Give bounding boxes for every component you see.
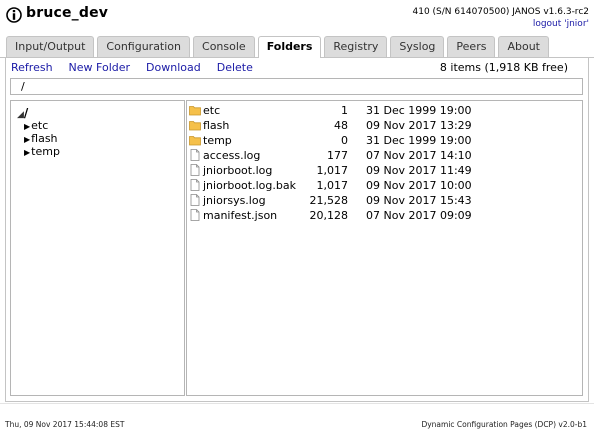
tree-item-etc[interactable]: ▶etc [24, 119, 48, 132]
new-folder-button[interactable]: New Folder [69, 61, 130, 74]
tab-peers[interactable]: Peers [447, 36, 496, 57]
file-date: 07 Nov 2017 14:10 [366, 149, 472, 162]
file-date: 09 Nov 2017 13:29 [366, 119, 472, 132]
tree-item-flash[interactable]: ▶flash [24, 132, 58, 145]
file-size: 21,528 [309, 194, 349, 207]
file-size: 1 [341, 104, 348, 117]
folder-icon [189, 121, 201, 131]
file-icon [190, 149, 200, 161]
file-date: 07 Nov 2017 09:09 [366, 209, 472, 222]
folder-tree: ◢/ ▶etc ▶flash ▶temp [10, 100, 185, 396]
collapsed-caret-icon[interactable]: ▶ [24, 135, 30, 144]
folder-icon [189, 106, 201, 116]
folder-toolbar: Refresh New Folder Download Delete [11, 61, 253, 74]
file-row[interactable]: jniorsys.log 21,528 09 Nov 2017 15:43 [187, 193, 582, 208]
logout-link[interactable]: logout 'jnior' [413, 18, 589, 30]
footer-version: Dynamic Configuration Pages (DCP) v2.0-b… [421, 420, 587, 429]
file-icon [190, 194, 200, 206]
file-row[interactable]: etc 1 31 Dec 1999 19:00 [187, 103, 582, 118]
tree-root-label: / [23, 106, 29, 120]
file-name: jniorsys.log [203, 194, 266, 207]
expanded-caret-icon[interactable]: ◢ [17, 110, 24, 120]
file-size: 0 [341, 134, 348, 147]
delete-button[interactable]: Delete [217, 61, 253, 74]
collapsed-caret-icon[interactable]: ▶ [24, 148, 30, 157]
file-date: 09 Nov 2017 15:43 [366, 194, 472, 207]
file-date: 09 Nov 2017 11:49 [366, 164, 472, 177]
download-button[interactable]: Download [146, 61, 201, 74]
file-size: 1,017 [316, 164, 349, 177]
footer-divider [0, 403, 594, 404]
tab-configuration[interactable]: Configuration [97, 36, 191, 57]
tree-item-label: temp [31, 145, 60, 158]
tree-item-temp[interactable]: ▶temp [24, 145, 60, 158]
items-info: 8 items (1,918 KB free) [439, 61, 568, 74]
file-date: 31 Dec 1999 19:00 [366, 104, 472, 117]
file-name: flash [203, 119, 230, 132]
file-icon [190, 164, 200, 176]
tab-about[interactable]: About [498, 36, 549, 57]
file-name: etc [203, 104, 221, 117]
device-name: bruce_dev [26, 5, 109, 21]
file-name: jniorboot.log [203, 164, 273, 177]
file-icon [190, 209, 200, 221]
file-name: jniorboot.log.bak [203, 179, 296, 192]
file-list: etc 1 31 Dec 1999 19:00 flash 48 09 Nov … [186, 100, 583, 396]
tab-registry[interactable]: Registry [324, 36, 388, 57]
collapsed-caret-icon[interactable]: ▶ [24, 122, 30, 131]
file-row[interactable]: jniorboot.log 1,017 09 Nov 2017 11:49 [187, 163, 582, 178]
tab-input-output[interactable]: Input/Output [6, 36, 95, 57]
file-name: manifest.json [203, 209, 278, 222]
footer: Thu, 09 Nov 2017 15:44:08 EST Dynamic Co… [0, 418, 594, 433]
file-name: access.log [203, 149, 261, 162]
device-info: 410 (S/N 614070500) JANOS v1.6.3-rc2 log… [413, 6, 590, 30]
tab-bar: Input/Output Configuration Console Folde… [6, 36, 549, 58]
file-row[interactable]: jniorboot.log.bak 1,017 09 Nov 2017 10:0… [187, 178, 582, 193]
file-row[interactable]: temp 0 31 Dec 1999 19:00 [187, 133, 582, 148]
file-name: temp [203, 134, 232, 147]
file-size: 177 [327, 149, 348, 162]
tab-folders[interactable]: Folders [257, 36, 322, 58]
file-size: 1,017 [316, 179, 349, 192]
path-field[interactable]: / [10, 78, 583, 95]
file-icon [190, 179, 200, 191]
tree-item-label: flash [31, 132, 58, 145]
device-info-text: 410 (S/N 614070500) JANOS v1.6.3-rc2 [412, 7, 590, 17]
file-date: 09 Nov 2017 10:00 [366, 179, 472, 192]
footer-timestamp: Thu, 09 Nov 2017 15:44:08 EST [5, 420, 125, 429]
tree-item-label: etc [31, 119, 49, 132]
file-size: 20,128 [309, 209, 349, 222]
tab-syslog[interactable]: Syslog [390, 36, 445, 57]
tree-root[interactable]: ◢/ [17, 106, 28, 120]
file-size: 48 [334, 119, 348, 132]
file-date: 31 Dec 1999 19:00 [366, 134, 472, 147]
tab-console[interactable]: Console [193, 36, 255, 57]
info-logo-icon [6, 7, 22, 23]
refresh-button[interactable]: Refresh [11, 61, 53, 74]
file-row[interactable]: access.log 177 07 Nov 2017 14:10 [187, 148, 582, 163]
folder-icon [189, 136, 201, 146]
file-row[interactable]: flash 48 09 Nov 2017 13:29 [187, 118, 582, 133]
file-row[interactable]: manifest.json 20,128 07 Nov 2017 09:09 [187, 208, 582, 223]
header: bruce_dev 410 (S/N 614070500) JANOS v1.6… [0, 0, 594, 34]
